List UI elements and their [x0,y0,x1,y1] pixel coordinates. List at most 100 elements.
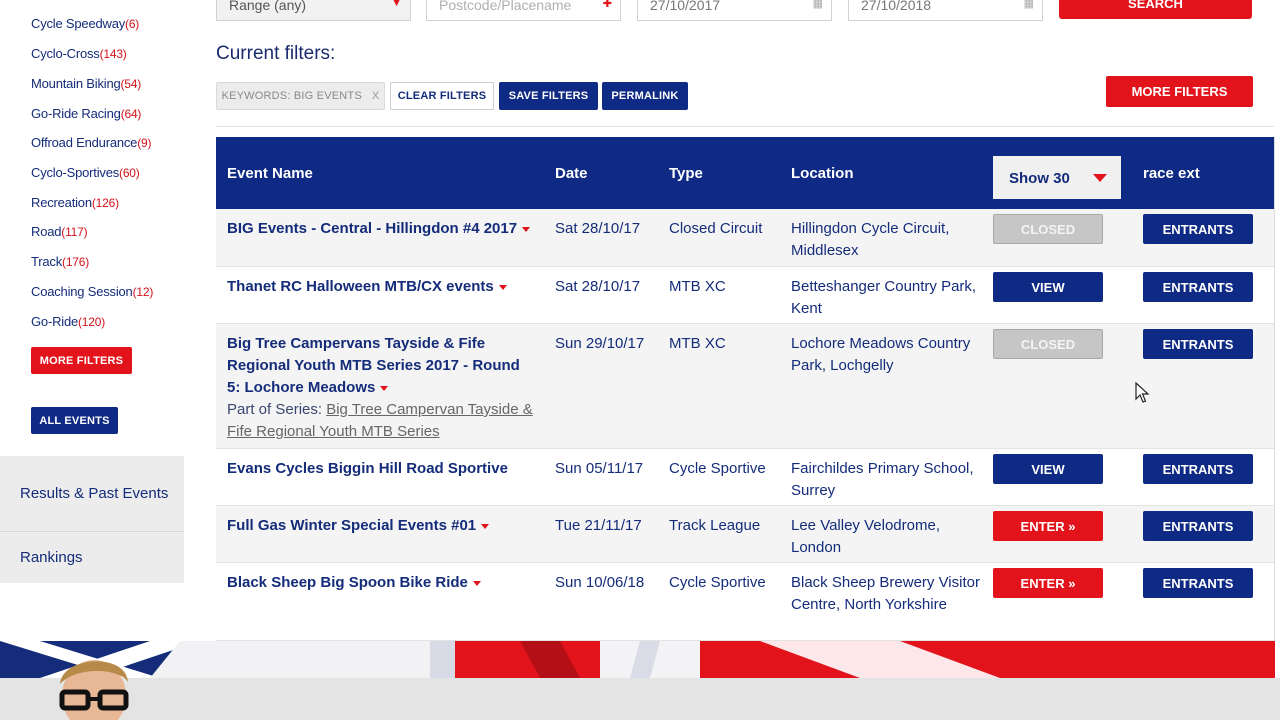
search-button[interactable]: SEARCH [1059,0,1252,19]
close-icon[interactable]: x [372,90,380,102]
event-name: Thanet RC Halloween MTB/CX events [227,278,494,295]
show-count-select[interactable]: Show 30 [993,156,1121,199]
entrants-button[interactable]: ENTRANTS [1143,214,1253,244]
series-label: Part of Series: [227,401,323,418]
header-event-name[interactable]: Event Name [227,165,313,182]
sidebar-item-track[interactable]: Track(176) [31,254,89,269]
caret-down-icon[interactable] [522,226,531,232]
entrants-button[interactable]: ENTRANTS [1143,511,1253,541]
category-count: (54) [120,77,142,91]
event-name-link[interactable]: Evans Cycles Biggin Hill Road Sportive [227,458,537,480]
event-location: Hillingdon Cycle Circuit, Middlesex [791,220,950,259]
category-count: (120) [78,315,106,329]
event-name: Big Tree Campervans Tayside & Fife Regio… [227,335,520,396]
category-label: Go-Ride Racing [31,106,121,121]
divider [216,126,1274,127]
category-count: (117) [61,225,88,239]
location-pin-icon: ✚ [602,0,612,10]
event-type: Cycle Sportive [669,574,766,591]
event-name: BIG Events - Central - Hillingdon #4 201… [227,220,518,237]
event-name-link[interactable]: Thanet RC Halloween MTB/CX events [227,276,537,298]
category-count: (126) [91,196,119,210]
table-border [1274,137,1275,642]
event-date: Sat 28/10/17 [555,220,641,237]
sidebar-item-road[interactable]: Road(117) [31,224,88,239]
closed-button: CLOSED [993,329,1103,359]
event-date: Sun 29/10/17 [555,335,645,352]
keyword-chip-label: KEYWORDS: BIG EVENTS [221,90,362,102]
clear-filters-button[interactable]: CLEAR FILTERS [390,82,494,110]
event-type: Cycle Sportive [669,460,766,477]
category-count: (9) [137,136,152,150]
more-filters-button[interactable]: MORE FILTERS [1106,76,1253,107]
category-label: Track [31,254,63,269]
view-button[interactable]: VIEW [993,272,1103,302]
category-count: (6) [125,17,140,31]
enter-button[interactable]: ENTER » [993,511,1103,541]
header-race-ext: race ext [1143,165,1200,182]
category-count: (143) [99,47,127,61]
enter-button[interactable]: ENTER » [993,568,1103,598]
view-button[interactable]: VIEW [993,454,1103,484]
event-name-link[interactable]: Black Sheep Big Spoon Bike Ride [227,572,537,594]
chevron-down-icon: ▼ [391,0,402,9]
date-from-value: 27/10/2017 [650,0,721,13]
sidebar-item-coaching-session[interactable]: Coaching Session(12) [31,284,153,299]
sidebar-item-cyclo-cross[interactable]: Cyclo-Cross(143) [31,46,127,61]
event-type: Track League [669,517,761,534]
sidebar-results-past-events[interactable]: Results & Past Events [0,456,184,531]
header-date[interactable]: Date [555,165,588,182]
sidebar-item-go-ride[interactable]: Go-Ride(120) [31,314,105,329]
sidebar-rankings[interactable]: Rankings [0,532,184,583]
category-label: Cyclo-Cross [31,46,100,61]
sidebar-item-offroad-endurance[interactable]: Offroad Endurance(9) [31,135,151,150]
entrants-button[interactable]: ENTRANTS [1143,329,1253,359]
keyword-filter-chip[interactable]: KEYWORDS: BIG EVENTS x [216,82,385,110]
caret-down-icon[interactable] [472,580,481,586]
category-label: Cycle Speedway [31,16,126,31]
caret-down-icon[interactable] [481,523,490,529]
event-name-link[interactable]: BIG Events - Central - Hillingdon #4 201… [227,218,537,240]
category-label: Cyclo-Sportives [31,165,120,180]
permalink-button[interactable]: PERMALINK [602,82,688,110]
sidebar-item-mountain-biking[interactable]: Mountain Biking(54) [31,76,141,91]
event-location: Betteshanger Country Park, Kent [791,278,977,317]
sidebar: Cycle Speedway(6) Cyclo-Cross(143) Mount… [0,0,184,583]
event-name-link[interactable]: Big Tree Campervans Tayside & Fife Regio… [227,333,537,443]
range-select[interactable]: Range (any) ▼ [216,0,411,21]
category-count: (60) [119,166,140,180]
header-type[interactable]: Type [669,165,703,182]
calendar-icon: ▦ [812,0,823,10]
range-select-value: Range (any) [229,0,307,13]
table-row: Big Tree Campervans Tayside & Fife Regio… [216,324,1274,449]
category-label: Road [31,224,62,239]
sidebar-item-cyclo-sportives[interactable]: Cyclo-Sportives(60) [31,165,140,180]
entrants-button[interactable]: ENTRANTS [1143,454,1253,484]
table-row: Thanet RC Halloween MTB/CX events Sat 28… [216,267,1274,324]
sidebar-item-go-ride-racing[interactable]: Go-Ride Racing(64) [31,106,141,121]
event-date: Sat 28/10/17 [555,278,641,295]
event-name: Evans Cycles Biggin Hill Road Sportive [227,460,508,477]
footer-strip [0,678,1280,720]
header-location[interactable]: Location [791,165,854,182]
promo-banner-image [0,641,1275,678]
entrants-button[interactable]: ENTRANTS [1143,568,1253,598]
sidebar-item-cycle-speedway[interactable]: Cycle Speedway(6) [31,16,139,31]
save-filters-button[interactable]: SAVE FILTERS [499,82,598,110]
date-to-input[interactable]: 27/10/2018 ▦ [848,0,1043,21]
person-photo [59,660,129,720]
caret-down-icon[interactable] [498,284,507,290]
entrants-button[interactable]: ENTRANTS [1143,272,1253,302]
table-row: Evans Cycles Biggin Hill Road Sportive S… [216,449,1274,506]
caret-down-icon[interactable] [380,385,389,391]
sidebar-more-filters-button[interactable]: MORE FILTERS [31,347,132,374]
event-name-link[interactable]: Full Gas Winter Special Events #01 [227,515,537,537]
postcode-input[interactable]: Postcode/Placename ✚ [426,0,621,21]
category-label: Mountain Biking [31,76,121,91]
category-count: (12) [132,285,154,299]
closed-button: CLOSED [993,214,1103,244]
sidebar-item-recreation[interactable]: Recreation(126) [31,195,119,210]
event-date: Sun 10/06/18 [555,574,645,591]
all-events-button[interactable]: ALL EVENTS [31,407,118,434]
date-from-input[interactable]: 27/10/2017 ▦ [637,0,832,21]
